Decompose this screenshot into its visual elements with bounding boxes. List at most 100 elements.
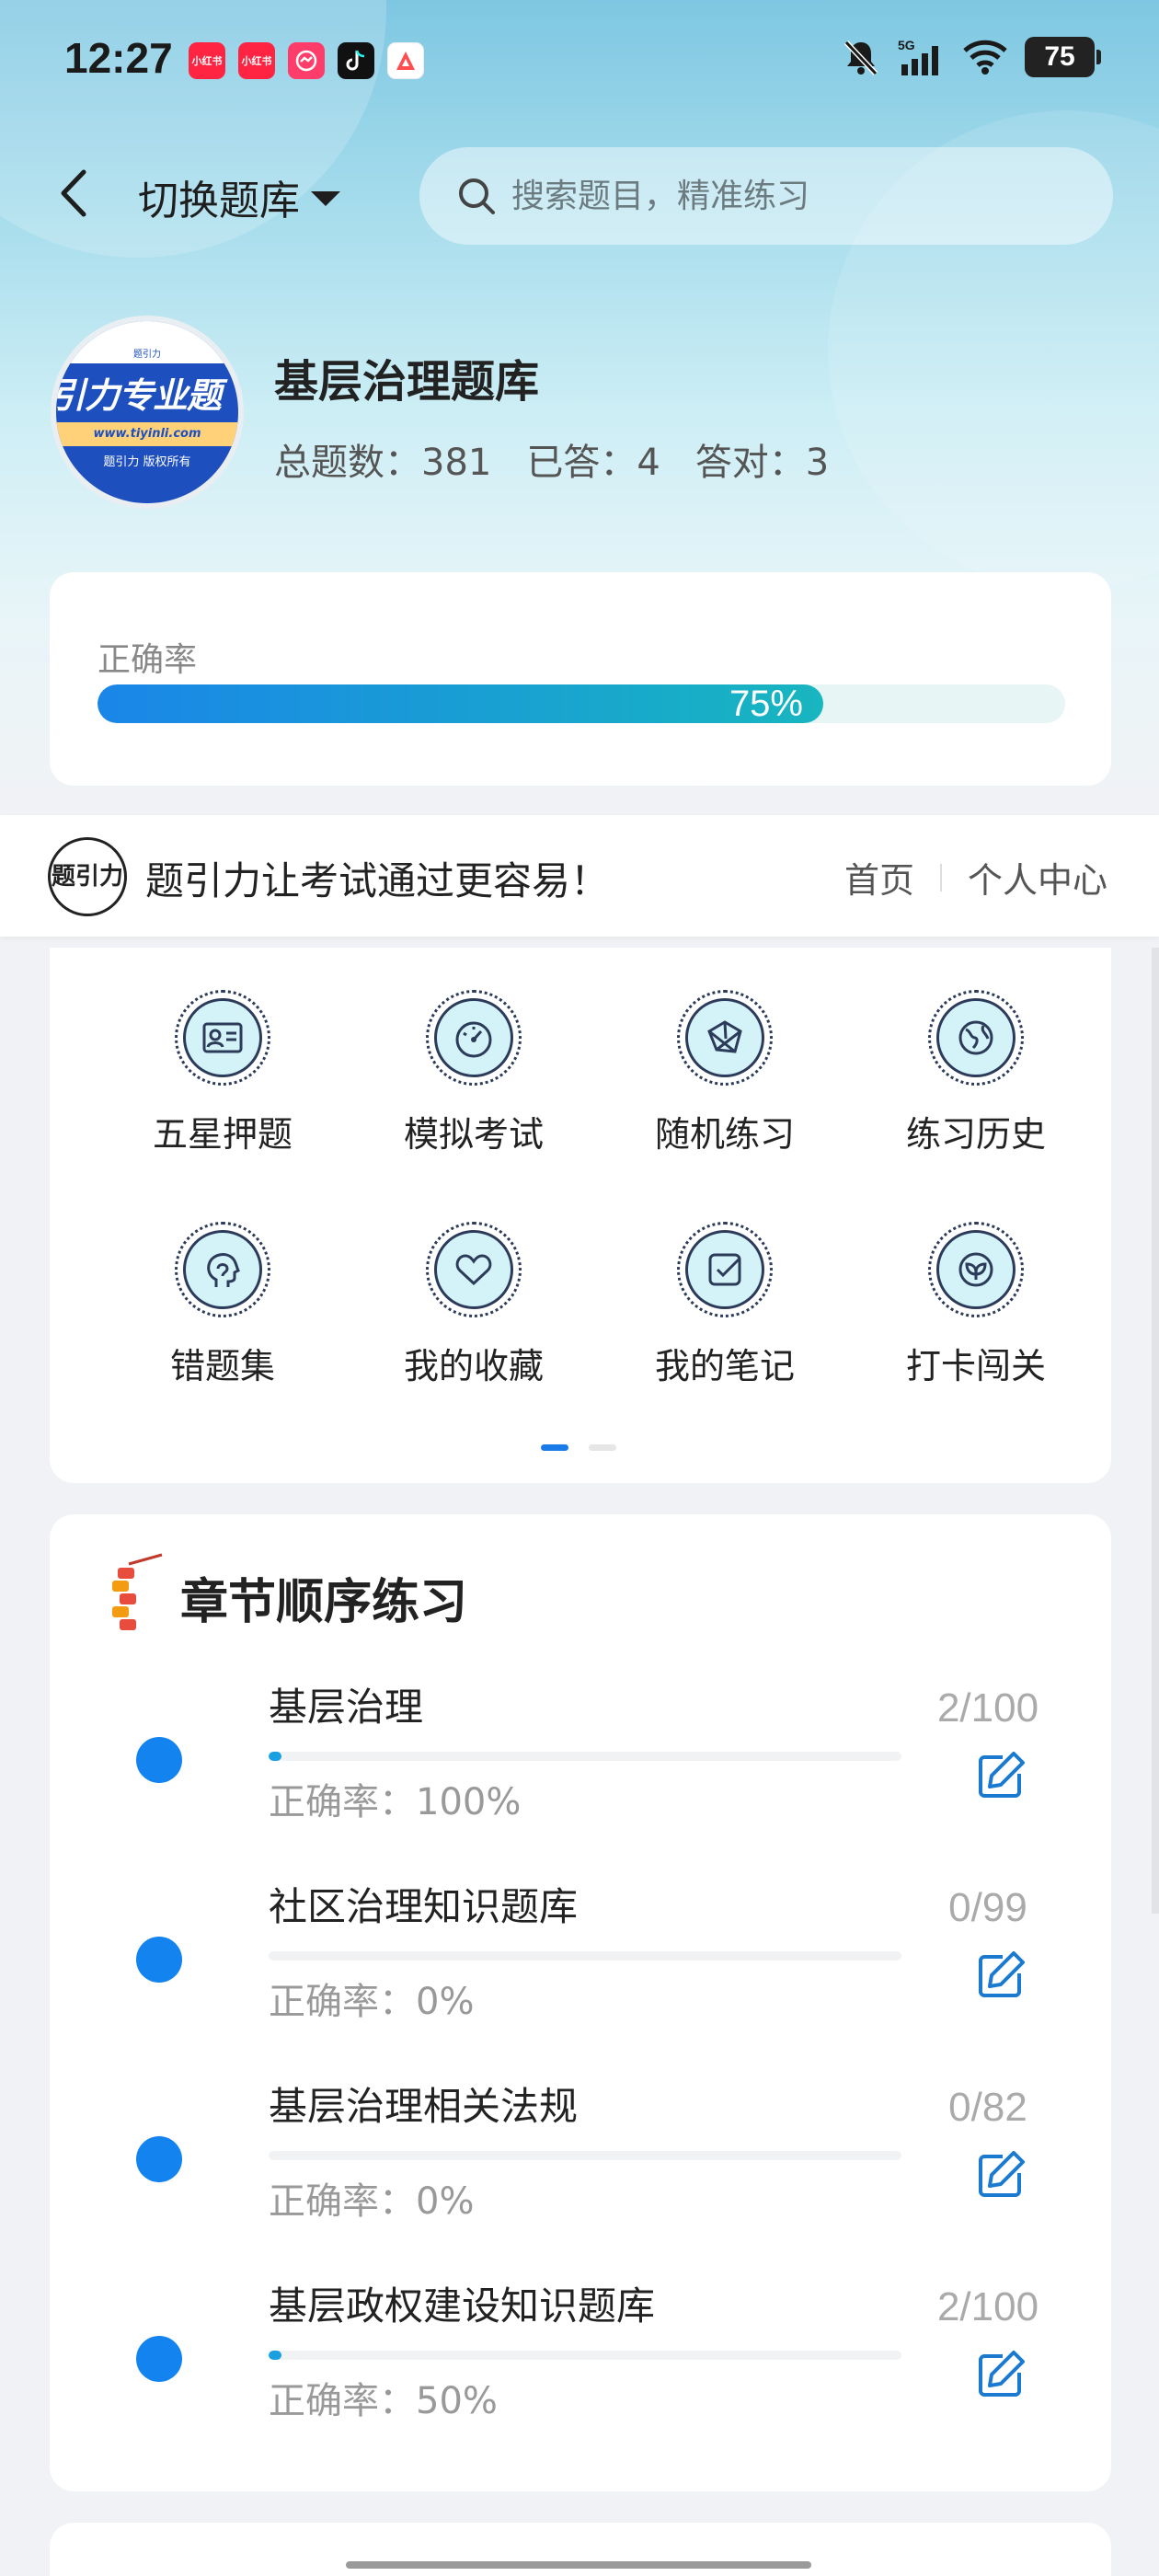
- chapter-name: 基层治理: [269, 1685, 424, 1730]
- network-icon: [707, 1020, 742, 1053]
- promo-links: 首页 个人中心: [844, 852, 1107, 903]
- battery-indicator: 75: [1025, 37, 1101, 77]
- leaf-icon: [958, 1252, 993, 1287]
- feature-history[interactable]: 练习历史: [856, 990, 1096, 1156]
- chapter-title: 章节顺序练习: [180, 1574, 468, 1630]
- chapter-accuracy: 正确率：50%: [269, 2380, 498, 2422]
- system-icons: 5G 75: [841, 37, 1101, 77]
- chapter-practice-card: 章节顺序练习 基层治理 正确率：100% 2/100 社区治理知识题库 正确率：…: [50, 1514, 1111, 2491]
- svg-text:5G: 5G: [898, 38, 915, 52]
- chapter-accuracy: 正确率：0%: [269, 1981, 475, 2023]
- accuracy-card: 正确率 75%: [50, 572, 1111, 786]
- edit-icon[interactable]: [973, 1948, 1028, 2003]
- logo-copyright: 题引力 版权所有: [103, 455, 191, 469]
- feature-label: 打卡闯关: [905, 1346, 1046, 1386]
- speedometer-icon: [455, 1021, 492, 1058]
- scrollbar[interactable]: [1152, 948, 1159, 1914]
- feature-label: 练习历史: [905, 1114, 1046, 1155]
- chapter-item[interactable]: 社区治理知识题库 正确率：0% 0/99: [50, 1876, 1111, 2069]
- feature-five-star[interactable]: 五星押题: [103, 990, 342, 1156]
- switch-bank-dropdown[interactable]: 切换题库: [138, 167, 340, 226]
- search-icon: [459, 178, 495, 214]
- feature-grid-card: 五星押题 模拟考试 随机练习 练习历史 错题集 我的收藏 我的笔记 打卡闯关: [50, 948, 1111, 1483]
- chapter-progress-track: [269, 1752, 901, 1761]
- logo-top-text: 题引力: [56, 321, 238, 363]
- status-bar: 12:27 小红书 小红书 5G 75: [0, 0, 1159, 129]
- bank-stats: 总题数：381 已答：4 答对：3: [274, 432, 829, 486]
- feature-label: 模拟考试: [403, 1114, 544, 1155]
- accuracy-value: 75%: [729, 684, 803, 723]
- feature-checkin[interactable]: 打卡闯关: [856, 1222, 1096, 1388]
- link-profile[interactable]: 个人中心: [968, 852, 1107, 903]
- chapter-name: 基层治理相关法规: [269, 2084, 579, 2129]
- head-icon: [207, 1253, 241, 1287]
- chapter-count: 0/99: [948, 1885, 1027, 1930]
- feature-label: 我的收藏: [403, 1346, 544, 1386]
- id-card-icon: [202, 1022, 243, 1053]
- chapter-progress-fill: [269, 2351, 281, 2360]
- search-bar[interactable]: [419, 147, 1113, 245]
- status-time: 12:27: [64, 34, 173, 82]
- home-indicator[interactable]: [346, 2561, 811, 2569]
- switch-bank-label: 切换题库: [138, 178, 300, 224]
- accuracy-progress-fill: 75%: [98, 684, 823, 723]
- chapter-accuracy: 正确率：100%: [269, 1781, 522, 1823]
- page-dot-active: [541, 1444, 568, 1451]
- chapter-progress-track: [269, 2151, 901, 2160]
- stat-total: 总题数：381: [274, 442, 492, 484]
- feature-random-practice[interactable]: 随机练习: [605, 990, 844, 1156]
- feature-notes[interactable]: 我的笔记: [605, 1222, 844, 1388]
- edit-icon[interactable]: [973, 1748, 1028, 1803]
- chapter-item[interactable]: 基层治理相关法规 正确率：0% 0/82: [50, 2076, 1111, 2269]
- feature-label: 随机练习: [654, 1114, 795, 1155]
- firecracker-icon: [112, 1553, 163, 1630]
- xiaohongshu-icon: 小红书: [238, 42, 275, 79]
- chapter-bullet: [136, 2336, 182, 2382]
- link-home[interactable]: 首页: [844, 852, 914, 903]
- chapter-name: 社区治理知识题库: [269, 1884, 579, 1929]
- tiyinli-logo: 题引力: [48, 837, 127, 916]
- logo-text: 引力专业题: [51, 375, 222, 416]
- chapter-progress-track: [269, 1951, 901, 1961]
- accuracy-label: 正确率: [98, 641, 198, 679]
- back-button[interactable]: [51, 166, 97, 221]
- app-a-icon: [387, 42, 424, 79]
- chapter-progress-fill: [269, 1752, 281, 1761]
- feature-label: 错题集: [169, 1346, 275, 1386]
- feature-label: 五星押题: [152, 1114, 293, 1155]
- search-input[interactable]: [511, 177, 1063, 215]
- page-indicator: [541, 1444, 616, 1451]
- feature-wrong-questions[interactable]: 错题集: [103, 1222, 342, 1388]
- promo-logo-text: 题引力: [51, 863, 123, 891]
- mute-bell-icon: [843, 40, 878, 76]
- stat-correct: 答对：3: [694, 442, 830, 484]
- feature-favorites[interactable]: 我的收藏: [354, 1222, 593, 1388]
- chapter-progress-track: [269, 2351, 901, 2360]
- feature-label: 我的笔记: [654, 1346, 795, 1386]
- chevron-left-icon: [61, 169, 86, 217]
- logo-url: www.tiyinli.com: [56, 422, 238, 446]
- chapter-name: 基层政权建设知识题库: [269, 2283, 656, 2329]
- notification-app-icons: 小红书 小红书: [189, 42, 424, 79]
- chapter-bullet: [136, 2136, 182, 2182]
- edit-icon[interactable]: [973, 2347, 1028, 2402]
- chapter-item[interactable]: 基层治理 正确率：100% 2/100: [50, 1676, 1111, 1869]
- chapter-header: 章节顺序练习: [101, 1551, 467, 1643]
- signal-5g-icon: 5G: [898, 38, 938, 75]
- divider: [939, 863, 942, 891]
- xiaohongshu-icon: 小红书: [189, 42, 225, 79]
- globe-icon: [958, 1020, 993, 1055]
- feature-mock-exam[interactable]: 模拟考试: [354, 990, 593, 1156]
- tiktok-icon: [338, 42, 374, 79]
- edit-icon[interactable]: [973, 2147, 1028, 2202]
- page-dot: [589, 1444, 616, 1451]
- chapter-item[interactable]: 基层政权建设知识题库 正确率：50% 2/100: [50, 2275, 1111, 2468]
- chapter-count: 2/100: [936, 2284, 1039, 2329]
- promo-slogan: 题引力让考试通过更容易！: [145, 858, 610, 903]
- chapter-bullet: [136, 1737, 182, 1783]
- stat-answered: 已答：4: [526, 442, 660, 484]
- chapter-count: 0/82: [948, 2085, 1027, 2130]
- chapter-count: 2/100: [936, 1685, 1039, 1731]
- bank-title: 基层治理题库: [274, 356, 540, 408]
- caret-down-icon: [311, 191, 340, 206]
